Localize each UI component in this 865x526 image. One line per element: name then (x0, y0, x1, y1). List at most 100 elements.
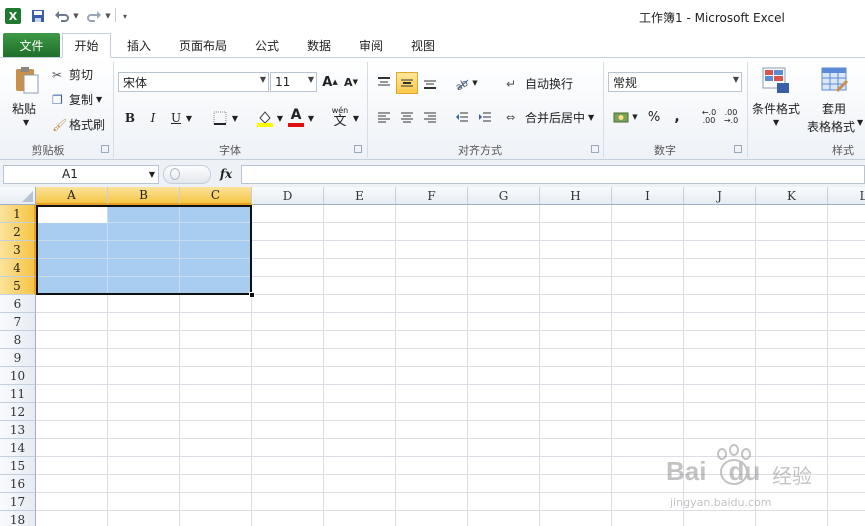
column-header-c[interactable]: C (180, 187, 252, 205)
formula-input[interactable] (241, 165, 865, 184)
customize-icon[interactable]: ▾ (119, 8, 131, 24)
column-header-a[interactable]: A (36, 187, 108, 205)
row-header-7[interactable]: 7 (0, 313, 36, 331)
cancel-icon[interactable] (170, 168, 180, 180)
tab-page-layout[interactable]: 页面布局 (170, 33, 236, 58)
tab-data[interactable]: 数据 (298, 33, 340, 58)
phonetic-button[interactable]: wén 文 (330, 106, 350, 130)
align-right-icon[interactable] (420, 106, 440, 128)
row-header-15[interactable]: 15 (0, 457, 36, 475)
align-top-icon[interactable] (374, 72, 394, 94)
align-left-icon[interactable] (374, 106, 394, 128)
conditional-format-icon[interactable] (760, 64, 792, 96)
bold-button[interactable]: B (122, 108, 138, 128)
row-header-3[interactable]: 3 (0, 241, 36, 259)
paste-dropdown-icon[interactable]: ▼ (23, 118, 29, 127)
row-header-12[interactable]: 12 (0, 403, 36, 421)
accounting-format-icon[interactable] (611, 106, 631, 128)
tab-file[interactable]: 文件 (3, 33, 60, 57)
alignment-launcher-icon[interactable] (591, 145, 599, 153)
column-header-f[interactable]: F (396, 187, 468, 205)
save-icon[interactable] (30, 8, 46, 24)
fill-color-dropdown-icon[interactable]: ▼ (275, 108, 285, 128)
column-header-b[interactable]: B (108, 187, 180, 205)
border-dropdown-icon[interactable]: ▼ (230, 108, 240, 128)
row-header-10[interactable]: 10 (0, 367, 36, 385)
redo-dropdown-icon[interactable]: ▼ (104, 8, 112, 24)
row-header-16[interactable]: 16 (0, 475, 36, 493)
fill-handle[interactable] (249, 292, 255, 298)
conditional-dropdown-icon[interactable]: ▼ (773, 118, 779, 127)
font-name-select[interactable]: 宋体 ▼ (118, 72, 269, 92)
row-header-5[interactable]: 5 (0, 277, 36, 295)
fill-color-icon[interactable] (255, 108, 275, 128)
increase-indent-icon[interactable] (475, 106, 495, 128)
column-header-l[interactable]: L (828, 187, 865, 205)
phonetic-dropdown-icon[interactable]: ▼ (351, 108, 361, 128)
table-format-dropdown-icon[interactable]: ▼ (857, 118, 863, 127)
orientation-dropdown-icon[interactable]: ▼ (471, 72, 479, 94)
percent-button[interactable]: % (645, 106, 663, 128)
format-as-table-label-1[interactable]: 套用 (822, 100, 846, 117)
merge-center-button[interactable]: ⇔ 合并后居中 ▼ (506, 109, 594, 126)
format-painter-button[interactable]: 🖌 格式刷 (52, 116, 105, 133)
tab-review[interactable]: 审阅 (350, 33, 392, 58)
copy-dropdown-icon[interactable]: ▼ (96, 95, 102, 104)
tab-insert[interactable]: 插入 (117, 33, 161, 58)
number-format-select[interactable]: 常规 ▼ (608, 72, 742, 92)
column-header-g[interactable]: G (468, 187, 540, 205)
undo-dropdown-icon[interactable]: ▼ (72, 8, 80, 24)
select-all-button[interactable] (0, 187, 36, 205)
chevron-down-icon[interactable]: ▼ (149, 166, 155, 183)
decrease-decimal-button[interactable]: .00 →.0 (722, 106, 740, 128)
underline-button[interactable]: U (168, 108, 184, 128)
active-cell[interactable] (38, 207, 107, 223)
format-as-table-icon[interactable] (818, 64, 850, 96)
number-launcher-icon[interactable] (734, 145, 742, 153)
align-bottom-icon[interactable] (420, 72, 440, 94)
shrink-font-icon[interactable]: A ▼ (342, 72, 360, 92)
align-middle-icon[interactable] (396, 72, 418, 94)
grow-font-icon[interactable]: A ▲ (321, 72, 339, 92)
paste-button[interactable]: 粘贴 (12, 100, 36, 117)
row-header-11[interactable]: 11 (0, 385, 36, 403)
column-header-j[interactable]: J (684, 187, 756, 205)
tab-home[interactable]: 开始 (62, 33, 111, 58)
tab-formulas[interactable]: 公式 (246, 33, 288, 58)
insert-function-button[interactable]: fx (214, 164, 238, 184)
row-header-1[interactable]: 1 (0, 205, 36, 223)
border-icon[interactable] (212, 108, 228, 128)
row-header-8[interactable]: 8 (0, 331, 36, 349)
undo-icon[interactable] (52, 8, 72, 24)
excel-logo-icon[interactable]: X (5, 8, 21, 24)
column-header-k[interactable]: K (756, 187, 828, 205)
decrease-indent-icon[interactable] (452, 106, 472, 128)
row-header-18[interactable]: 18 (0, 511, 36, 526)
row-header-17[interactable]: 17 (0, 493, 36, 511)
column-header-h[interactable]: H (540, 187, 612, 205)
wrap-text-button[interactable]: ↵ 自动换行 (506, 75, 573, 92)
row-header-6[interactable]: 6 (0, 295, 36, 313)
clipboard-launcher-icon[interactable] (101, 145, 109, 153)
italic-button[interactable]: I (145, 108, 161, 128)
column-header-d[interactable]: D (252, 187, 324, 205)
row-header-14[interactable]: 14 (0, 439, 36, 457)
row-header-13[interactable]: 13 (0, 421, 36, 439)
align-center-icon[interactable] (397, 106, 417, 128)
column-header-e[interactable]: E (324, 187, 396, 205)
comma-button[interactable]: , (670, 106, 684, 128)
copy-button[interactable]: ❐ 复制 ▼ (52, 91, 102, 108)
font-color-dropdown-icon[interactable]: ▼ (306, 108, 316, 128)
merge-dropdown-icon[interactable]: ▼ (588, 113, 594, 122)
column-header-i[interactable]: I (612, 187, 684, 205)
font-size-select[interactable]: 11 ▼ (270, 72, 317, 92)
row-header-9[interactable]: 9 (0, 349, 36, 367)
font-launcher-icon[interactable] (354, 145, 362, 153)
tab-view[interactable]: 视图 (402, 33, 444, 58)
font-color-button[interactable]: A (287, 106, 305, 128)
row-header-2[interactable]: 2 (0, 223, 36, 241)
format-as-table-label-2[interactable]: 表格格式 (807, 118, 855, 135)
row-header-4[interactable]: 4 (0, 259, 36, 277)
increase-decimal-button[interactable]: ←.0 .00 (700, 106, 718, 128)
redo-icon[interactable] (84, 8, 104, 24)
